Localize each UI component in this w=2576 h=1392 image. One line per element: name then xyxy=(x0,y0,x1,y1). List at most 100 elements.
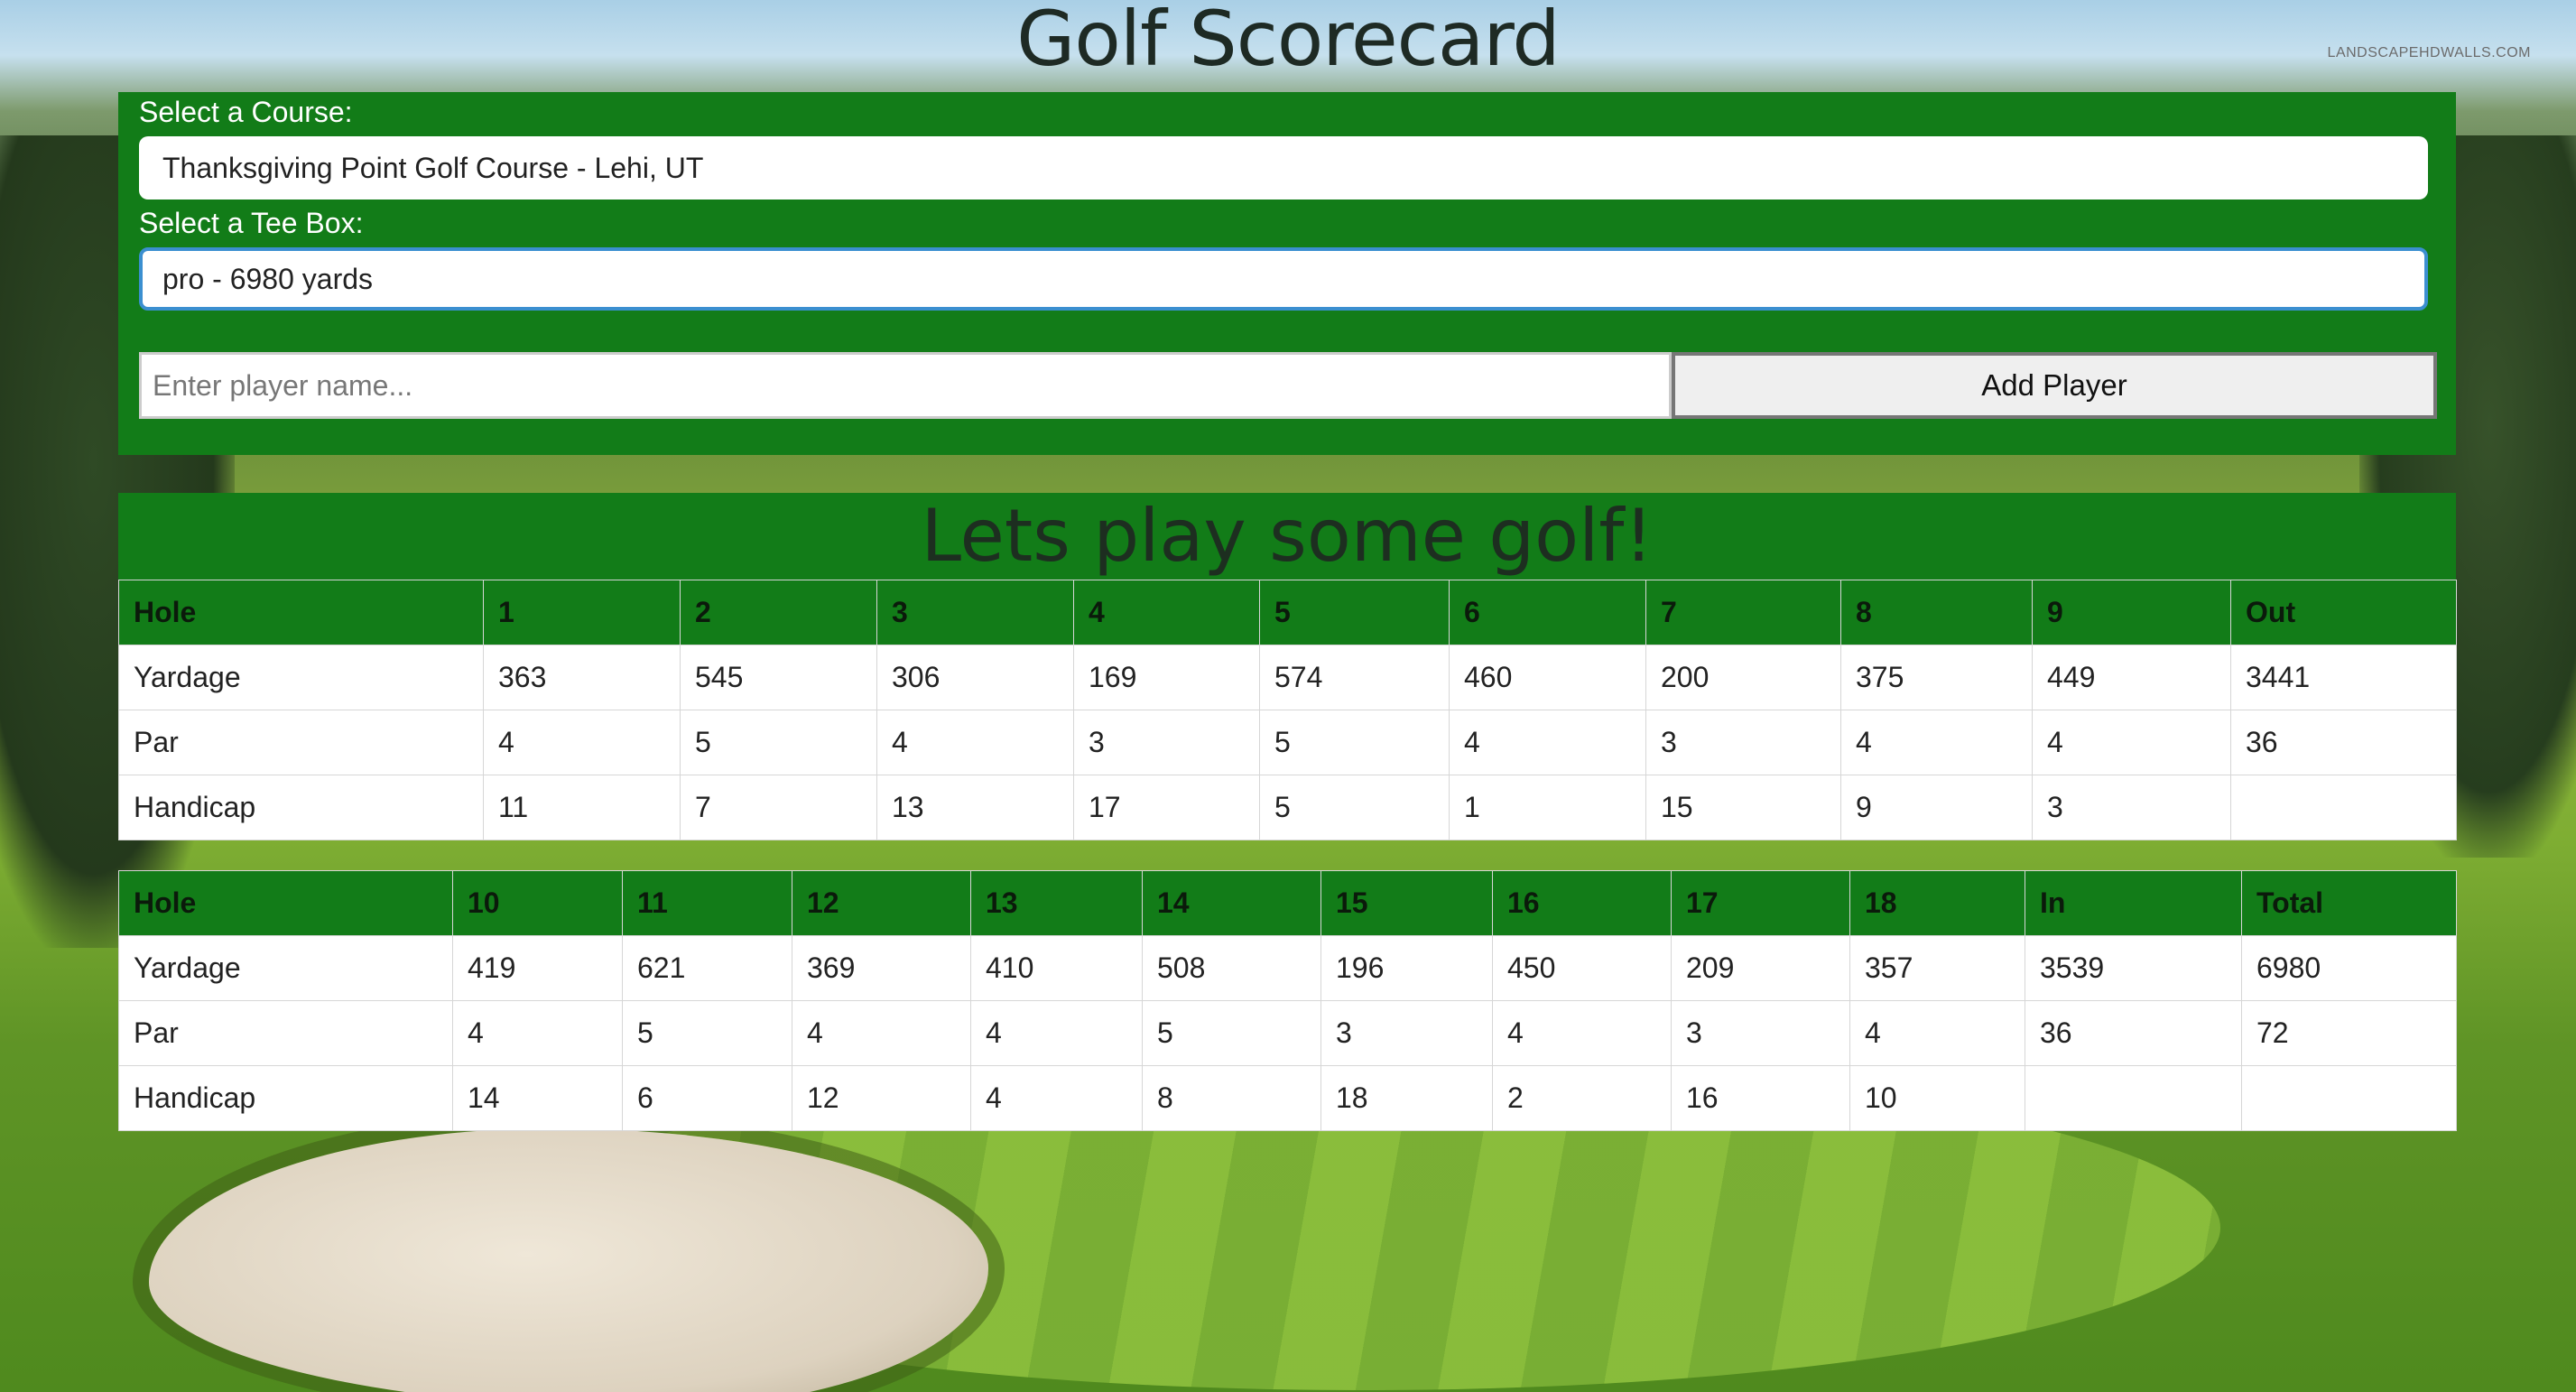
table-cell: 1 xyxy=(1449,775,1646,840)
table-cell: 6 xyxy=(622,1065,792,1131)
table-cell: 200 xyxy=(1645,645,1841,710)
header-cell: Out xyxy=(2230,580,2457,645)
table-cell: 3 xyxy=(1671,1000,1850,1066)
table-row: Yardage 419 621 369 410 508 196 450 209 … xyxy=(118,935,2457,1001)
table-cell: 545 xyxy=(680,645,877,710)
header-cell: 18 xyxy=(1849,870,2025,936)
table-cell: 14 xyxy=(452,1065,623,1131)
table-cell: 16 xyxy=(1671,1065,1850,1131)
header-cell: Hole xyxy=(118,580,484,645)
table-cell: 4 xyxy=(1840,710,2033,775)
table-cell: 4 xyxy=(1492,1000,1672,1066)
table-cell: 375 xyxy=(1840,645,2033,710)
table-cell: 460 xyxy=(1449,645,1646,710)
header-cell: 17 xyxy=(1671,870,1850,936)
table-cell: 4 xyxy=(1449,710,1646,775)
front-nine-table: Hole 1 2 3 4 5 6 7 8 9 Out Yardage 363 5… xyxy=(118,580,2457,840)
table-cell: 13 xyxy=(876,775,1074,840)
table-cell: 4 xyxy=(452,1000,623,1066)
table-row: Handicap 11 7 13 17 5 1 15 9 3 xyxy=(118,775,2457,840)
table-cell: 8 xyxy=(1142,1065,1321,1131)
table-row: Par 4 5 4 4 5 3 4 3 4 36 72 xyxy=(118,1000,2457,1066)
table-cell: 5 xyxy=(1259,775,1450,840)
table-cell xyxy=(2025,1065,2242,1131)
table-cell: Par xyxy=(118,1000,453,1066)
table-cell: Handicap xyxy=(118,1065,453,1131)
table-cell xyxy=(2230,775,2457,840)
table-cell: 11 xyxy=(483,775,681,840)
table-cell: 5 xyxy=(1142,1000,1321,1066)
table-cell: 15 xyxy=(1645,775,1841,840)
header-cell: 10 xyxy=(452,870,623,936)
player-name-input[interactable] xyxy=(139,352,1672,419)
table-cell: Handicap xyxy=(118,775,484,840)
header-cell: 8 xyxy=(1840,580,2033,645)
table-cell: 410 xyxy=(970,935,1143,1001)
table-cell: 419 xyxy=(452,935,623,1001)
header-cell: 9 xyxy=(2032,580,2231,645)
table-cell: 2 xyxy=(1492,1065,1672,1131)
header-cell: 6 xyxy=(1449,580,1646,645)
setup-panel: Select a Course: Thanksgiving Point Golf… xyxy=(118,92,2456,455)
header-cell: 15 xyxy=(1320,870,1493,936)
table-cell: 36 xyxy=(2230,710,2457,775)
table-cell: 3539 xyxy=(2025,935,2242,1001)
table-cell: 12 xyxy=(792,1065,971,1131)
table-cell: 4 xyxy=(792,1000,971,1066)
table-cell: 369 xyxy=(792,935,971,1001)
table-cell: 5 xyxy=(622,1000,792,1066)
header-cell: 7 xyxy=(1645,580,1841,645)
table-cell: Yardage xyxy=(118,935,453,1001)
header-row: Hole 1 2 3 4 5 6 7 8 9 Out xyxy=(118,580,2457,645)
table-cell: Yardage xyxy=(118,645,484,710)
table-cell: 3441 xyxy=(2230,645,2457,710)
header-cell: 3 xyxy=(876,580,1074,645)
header-cell: 1 xyxy=(483,580,681,645)
add-player-button[interactable]: Add Player xyxy=(1672,352,2437,419)
table-cell: 6980 xyxy=(2241,935,2457,1001)
course-select[interactable]: Thanksgiving Point Golf Course - Lehi, U… xyxy=(139,136,2428,200)
tee-label: Select a Tee Box: xyxy=(139,207,364,239)
header-cell: 13 xyxy=(970,870,1143,936)
table-cell: 4 xyxy=(483,710,681,775)
header-cell: 4 xyxy=(1073,580,1260,645)
table-cell: Par xyxy=(118,710,484,775)
table-cell: 4 xyxy=(876,710,1074,775)
banner: Lets play some golf! xyxy=(118,493,2456,580)
tee-select[interactable]: pro - 6980 yards xyxy=(139,247,2428,311)
table-cell: 3 xyxy=(1320,1000,1493,1066)
table-cell: 574 xyxy=(1259,645,1450,710)
table-cell: 4 xyxy=(1849,1000,2025,1066)
table-cell: 18 xyxy=(1320,1065,1493,1131)
table-row: Yardage 363 545 306 169 574 460 200 375 … xyxy=(118,645,2457,710)
back-nine-table: Hole 10 11 12 13 14 15 16 17 18 In Total… xyxy=(118,870,2457,1131)
header-cell: 2 xyxy=(680,580,877,645)
table-cell: 9 xyxy=(1840,775,2033,840)
table-row: Par 4 5 4 3 5 4 3 4 4 36 xyxy=(118,710,2457,775)
table-cell: 169 xyxy=(1073,645,1260,710)
header-cell: 12 xyxy=(792,870,971,936)
table-row: Handicap 14 6 12 4 8 18 2 16 10 xyxy=(118,1065,2457,1131)
table-cell: 3 xyxy=(1645,710,1841,775)
table-cell: 3 xyxy=(2032,775,2231,840)
table-cell: 196 xyxy=(1320,935,1493,1001)
table-cell: 357 xyxy=(1849,935,2025,1001)
table-cell: 3 xyxy=(1073,710,1260,775)
header-cell: 14 xyxy=(1142,870,1321,936)
table-cell: 4 xyxy=(2032,710,2231,775)
table-cell: 449 xyxy=(2032,645,2231,710)
course-label: Select a Course: xyxy=(139,96,353,128)
table-cell: 621 xyxy=(622,935,792,1001)
table-cell: 508 xyxy=(1142,935,1321,1001)
table-cell: 306 xyxy=(876,645,1074,710)
header-cell: 11 xyxy=(622,870,792,936)
table-cell: 10 xyxy=(1849,1065,2025,1131)
page-title: Golf Scorecard xyxy=(1016,0,1560,83)
header-row: Hole 10 11 12 13 14 15 16 17 18 In Total xyxy=(118,870,2457,936)
table-cell: 7 xyxy=(680,775,877,840)
table-cell: 5 xyxy=(1259,710,1450,775)
table-cell: 36 xyxy=(2025,1000,2242,1066)
table-cell: 450 xyxy=(1492,935,1672,1001)
header-cell: 5 xyxy=(1259,580,1450,645)
table-cell: 4 xyxy=(970,1000,1143,1066)
